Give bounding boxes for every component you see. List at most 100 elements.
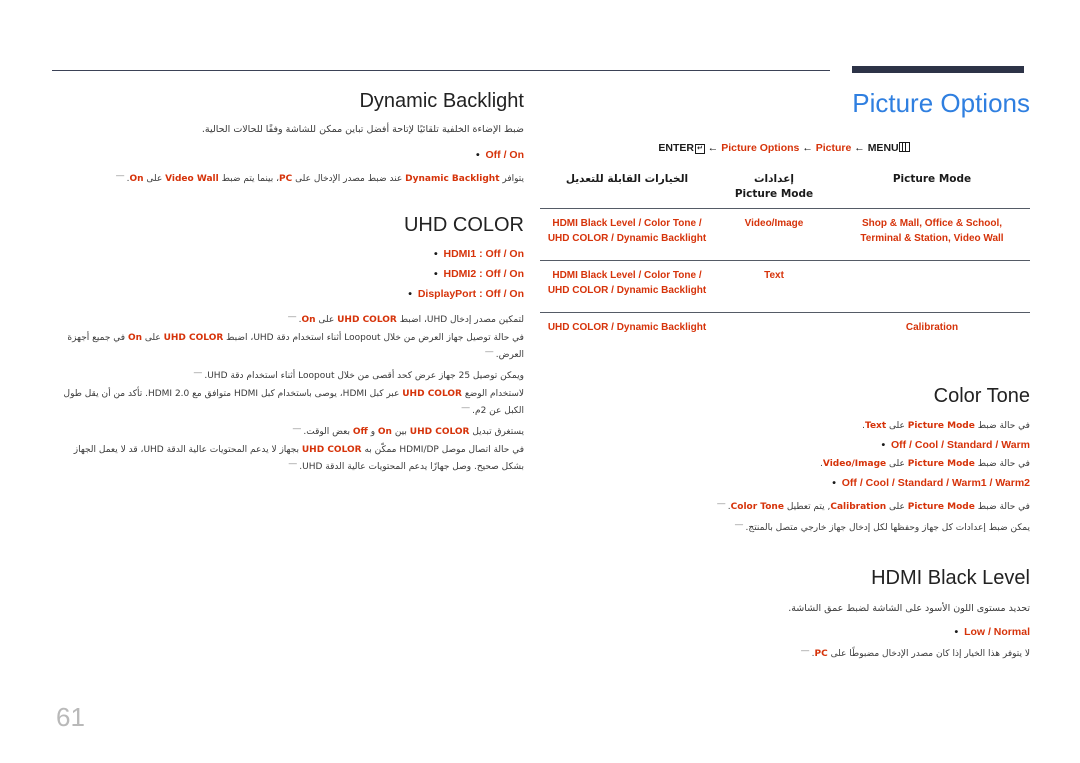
bullet-dot: • <box>881 439 889 451</box>
note-dash-marker: — <box>734 520 744 530</box>
color-tone-text: في حالة ضبط <box>974 459 1030 469</box>
note-text: لاستخدام الوضع <box>461 389 524 399</box>
note-bold: Calibration <box>830 502 887 512</box>
note-text: بين <box>391 427 410 437</box>
uhd-color-note: في حالة اتصال موصل HDMI/DP ممكّن به UHD … <box>52 443 524 474</box>
color-tone-options2: Off / Cool / Standard / Warm1 / Warm2 <box>841 477 1030 489</box>
uhd-color-option-displayport: DisplayPort : Off / On • <box>52 286 524 302</box>
bullet-dot: • <box>954 626 962 638</box>
note-text: بعض الوقت. <box>303 427 353 437</box>
page-number: 61 <box>56 702 85 732</box>
table-body: Shop & Mall, Office & School, Terminal & … <box>540 208 1030 350</box>
color-tone-bold: Video/Image <box>822 459 887 469</box>
uhd-color-option-text: DisplayPort : Off / On <box>417 288 524 300</box>
menu-path-picture-options[interactable]: Picture Options <box>721 142 799 154</box>
note-bold: UHD COLOR <box>402 389 462 399</box>
col-header-settings-line2: Picture Mode <box>734 188 814 200</box>
col-header-settings-line1: إعدادات <box>754 173 794 185</box>
col-header-picture-mode-label: Picture Mode <box>892 173 972 185</box>
cell-adjustable: UHD COLOR / Dynamic Backlight <box>547 322 707 333</box>
table-head: Picture Mode إعدادات Picture Mode الخيار… <box>540 172 1030 209</box>
note-text: على <box>142 333 164 343</box>
uhd-color-note: في حالة توصيل جهاز العرض من خلال Loopout… <box>52 331 524 362</box>
table-row: Text HDMI Black Level / Color Tone / UHD C… <box>540 260 1030 313</box>
color-tone-options-text-mode: Off / Cool / Standard / Warm • <box>540 437 1030 453</box>
menu-path: ENTER ↵ ← Picture Options ← Picture ← MEN… <box>540 140 1030 156</box>
cell-settings: Text <box>764 270 784 281</box>
note-dash-marker: — <box>292 424 302 434</box>
note-dash-marker: — <box>461 403 471 413</box>
note-dash-marker: — <box>287 312 297 322</box>
color-tone-bold: Picture Mode <box>907 459 975 469</box>
note-bold: Color Tone <box>730 502 784 512</box>
left-column: Dynamic Backlight ضبط الإضاءة الخلفية تل… <box>52 88 524 478</box>
table-row: Shop & Mall, Office & School, Terminal & … <box>540 208 1030 261</box>
note-bold: On <box>127 333 142 343</box>
cell-settings <box>714 313 834 350</box>
note-dash-marker: — <box>115 171 125 181</box>
note-dash-marker: — <box>800 646 810 656</box>
note-bold: UHD COLOR <box>409 427 470 437</box>
note-text: في حالة ضبط <box>974 502 1030 512</box>
color-tone-bold: Picture Mode <box>907 421 975 431</box>
color-tone-text: على <box>886 421 908 431</box>
note-bold: Video Wall <box>165 174 219 184</box>
uhd-color-note: ويمكن توصيل 25 جهاز عرض كحد أقصى من خلال… <box>52 366 524 383</box>
note-bold: UHD COLOR <box>163 333 224 343</box>
note-text: في حالة توصيل جهاز العرض من خلال Loopout… <box>223 333 524 343</box>
note-dash-marker: — <box>484 347 494 357</box>
enter-key-icon: ↵ <box>694 144 705 154</box>
note-text: و <box>367 427 378 437</box>
note-text: في حالة اتصال موصل HDMI/DP ممكّن به <box>361 445 524 455</box>
section-title-hdmi-black-level: HDMI Black Level <box>871 567 1030 589</box>
bullet-dot: • <box>408 288 415 300</box>
cell-picture-mode: Shop & Mall, Office & School, Terminal & … <box>860 218 1004 244</box>
bullet-dot: • <box>475 149 483 161</box>
uhd-color-option-text: HDMI2 : Off / On <box>443 268 525 280</box>
hdmi-black-level-description: تحديد مستوى اللون الأسود على الشاشة لضبط… <box>788 603 1030 614</box>
color-tone-options-video-mode: Off / Cool / Standard / Warm1 / Warm2 • <box>540 475 1030 491</box>
menu-path-menu[interactable]: MENU <box>868 142 899 154</box>
dynamic-backlight-description: ضبط الإضاءة الخلفية تلقائيًا لإتاحة أفضل… <box>201 124 524 135</box>
color-tone-line1: في حالة ضبط Picture Mode على Text. <box>540 419 1030 433</box>
color-tone-bold: Text <box>865 421 887 431</box>
table-row: Calibration UHD COLOR / Dynamic Backlight <box>540 312 1030 350</box>
color-tone-text: في حالة ضبط <box>974 421 1030 431</box>
cell-picture-mode: Calibration <box>905 322 959 333</box>
color-tone-line2: في حالة ضبط Picture Mode على Video/Image… <box>540 457 1030 471</box>
uhd-color-option-text: HDMI1 : Off / On <box>443 248 525 260</box>
hdmi-black-level-options-text: Low / Normal <box>964 626 1030 638</box>
bullet-dot: • <box>433 248 441 260</box>
note-text: ويمكن توصيل 25 جهاز عرض كحد أقصى من خلال… <box>204 371 524 381</box>
note-bold: On <box>377 427 392 437</box>
arrow-left-icon: ← <box>854 142 865 154</box>
color-tone-options1: Off / Cool / Standard / Warm <box>890 439 1030 451</box>
note-bold: Picture Mode <box>907 502 975 512</box>
uhd-color-note: يستغرق تبديل UHD COLOR بين On و Off بعض … <box>52 422 524 439</box>
hdmi-black-level-note: لا يتوفر هذا الخيار إذا كان مصدر الإدخال… <box>540 644 1030 661</box>
note-bold: PC <box>279 174 293 184</box>
cell-picture-mode <box>834 261 1030 313</box>
uhd-color-notes: لتمكين مصدر إدخال UHD، اضبط UHD COLOR عل… <box>52 310 524 478</box>
note-bold: UHD COLOR <box>301 445 362 455</box>
note-bold: UHD COLOR <box>337 315 397 325</box>
note-text: يمكن ضبط إعدادات كل جهاز وحفظها لكل إدخا… <box>745 523 1030 533</box>
note-bold: On <box>301 315 316 325</box>
section-title-dynamic-backlight: Dynamic Backlight <box>359 90 524 112</box>
note-text: على <box>886 502 908 512</box>
note-text: يتوافر <box>499 174 524 184</box>
note-dash-marker: — <box>193 368 203 378</box>
col-header-adjustable-label: الخيارات القابلة للتعديل <box>565 173 689 185</box>
note-text: يستغرق تبديل <box>469 427 524 437</box>
picture-mode-table: Picture Mode إعدادات Picture Mode الخيار… <box>540 172 1030 349</box>
bullet-dot: • <box>832 477 839 489</box>
note-text: ، بينما يتم ضبط <box>218 174 280 184</box>
col-header-picture-mode: Picture Mode <box>834 172 1030 209</box>
uhd-color-note: لاستخدام الوضع UHD COLOR عبر كبل HDMI، ي… <box>52 387 524 418</box>
col-header-adjustable: الخيارات القابلة للتعديل <box>540 172 714 209</box>
note-text: , يتم تعطيل <box>783 502 831 512</box>
col-header-settings: إعدادات Picture Mode <box>714 172 834 209</box>
cell-settings: Video/Image <box>744 218 804 229</box>
menu-path-picture[interactable]: Picture <box>816 142 852 154</box>
